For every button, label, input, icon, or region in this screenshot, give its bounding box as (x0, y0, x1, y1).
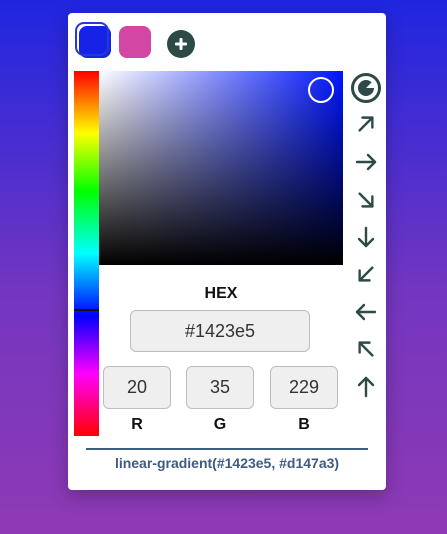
arrow-up-icon (357, 376, 375, 398)
divider (86, 448, 368, 450)
color-stop-swatch-active[interactable] (75, 22, 111, 58)
arrow-left-icon (355, 303, 377, 321)
blue-label: B (298, 416, 310, 433)
direction-button[interactable] (348, 107, 384, 141)
swatch-selection-ring (75, 22, 109, 56)
green-label: G (213, 416, 227, 433)
arrow-right-icon (355, 153, 377, 171)
hex-input[interactable] (130, 310, 310, 352)
add-color-stop-button[interactable] (167, 30, 195, 58)
saturation-value-area[interactable] (99, 71, 343, 265)
arrow-up-left-icon (358, 341, 374, 357)
arrow-down-right-icon (358, 192, 374, 208)
hex-label: HEX (204, 285, 238, 302)
direction-button[interactable] (348, 257, 384, 291)
color-stop-swatch-second[interactable] (119, 26, 151, 58)
red-label: R (131, 416, 143, 433)
arrow-up-right-icon (358, 116, 374, 132)
blue-input[interactable] (270, 366, 338, 409)
hue-slider[interactable] (74, 71, 99, 436)
direction-button[interactable] (348, 71, 384, 105)
direction-button[interactable] (348, 145, 384, 179)
gradient-picker-panel: HEX R G B linear-gradient(#1423e5, #d147… (68, 13, 386, 490)
radial-gradient-icon (351, 73, 381, 103)
plus-icon (175, 38, 187, 50)
red-input[interactable] (103, 366, 171, 409)
arrow-down-icon (357, 226, 375, 248)
direction-button[interactable] (348, 183, 384, 217)
direction-button[interactable] (348, 220, 384, 254)
arrow-down-left-icon (358, 266, 374, 282)
green-input[interactable] (186, 366, 254, 409)
direction-button[interactable] (348, 370, 384, 404)
hue-slider-handle[interactable] (74, 309, 99, 311)
saturation-value-handle[interactable] (308, 77, 334, 103)
direction-button[interactable] (348, 295, 384, 329)
direction-button[interactable] (348, 332, 384, 366)
gradient-css-output: linear-gradient(#1423e5, #d147a3) (114, 455, 340, 471)
